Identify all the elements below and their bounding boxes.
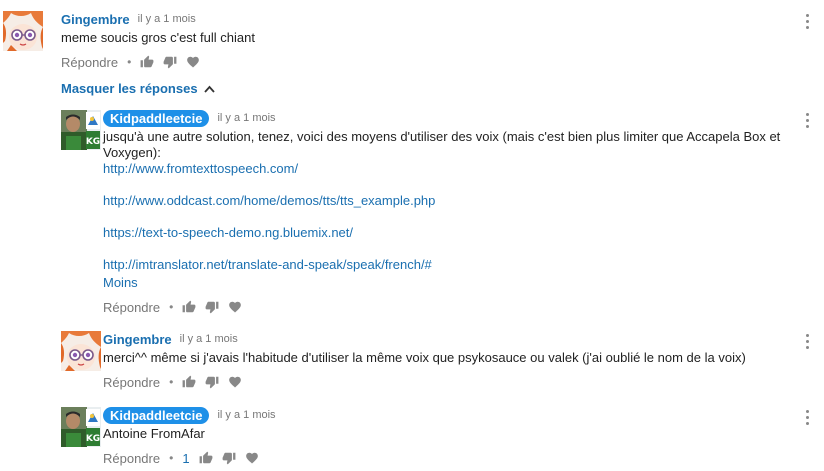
reply-button[interactable]: Répondre [103,300,160,315]
timestamp[interactable]: il y a 1 mois [217,409,275,421]
comment-actions: Répondre • [61,54,784,70]
comment-text: Antoine FromAfar [103,426,205,441]
comment-link[interactable]: http://www.oddcast.com/home/demos/tts/tt… [103,193,784,209]
thumbs-up-icon[interactable] [182,300,196,314]
heart-icon[interactable] [245,451,259,465]
comment-link[interactable]: http://www.fromtexttospeech.com/ [103,161,784,177]
timestamp[interactable]: il y a 1 mois [180,333,238,345]
separator-dot: • [169,375,174,389]
separator-dot: • [169,300,174,314]
comment-link[interactable]: https://text-to-speech-demo.ng.bluemix.n… [103,225,784,241]
avatar[interactable] [61,407,101,447]
comment-text: merci^^ même si j'avais l'habitude d'uti… [103,350,746,365]
comment-header: Gingembre il y a 1 mois [61,11,784,27]
show-less-link[interactable]: Moins [103,275,784,291]
thumbs-down-icon[interactable] [205,300,219,314]
reply-button[interactable]: Répondre [61,55,118,70]
like-count: 1 [182,450,190,466]
thumbs-down-icon[interactable] [222,451,236,465]
comment-actions: Répondre • 1 [103,450,784,466]
comment-header: Kidpaddleetcie il y a 1 mois [103,109,784,127]
separator-dot: • [127,55,132,69]
comment-body: Gingembre il y a 1 mois merci^^ même si … [103,331,784,390]
comment-body: Kidpaddleetcie il y a 1 mois jusqu'à une… [103,109,784,315]
more-vert-icon[interactable] [806,334,810,350]
comment-header: Kidpaddleetcie il y a 1 mois [103,406,784,424]
hide-replies-label: Masquer les réponses [61,81,198,96]
avatar[interactable] [61,331,101,371]
more-vert-icon[interactable] [806,113,810,129]
thumbs-up-icon[interactable] [182,375,196,389]
more-vert-icon[interactable] [806,410,810,426]
avatar[interactable] [61,110,101,150]
comment-link[interactable]: http://imtranslator.net/translate-and-sp… [103,257,784,273]
author-name[interactable]: Gingembre [61,12,130,27]
chevron-up-icon [203,81,215,96]
reply-button[interactable]: Répondre [103,451,160,466]
thumbs-up-icon[interactable] [199,451,213,465]
timestamp[interactable]: il y a 1 mois [138,13,196,25]
avatar[interactable] [3,11,43,51]
comment-actions: Répondre • [103,299,784,315]
thumbs-up-icon[interactable] [140,55,154,69]
comment-actions: Répondre • [103,374,784,390]
heart-icon[interactable] [186,55,200,69]
thumbs-down-icon[interactable] [205,375,219,389]
comment-text: jusqu'à une autre solution, tenez, voici… [103,129,781,160]
comment-body: Gingembre il y a 1 mois meme soucis gros… [61,11,784,70]
hide-replies-toggle[interactable]: Masquer les réponses [61,81,215,96]
author-name[interactable]: Kidpaddleetcie [103,406,210,424]
heart-icon[interactable] [228,300,242,314]
separator-dot: • [169,451,174,465]
more-vert-icon[interactable] [806,14,810,30]
author-name[interactable]: Gingembre [103,332,172,347]
comment-header: Gingembre il y a 1 mois [103,331,784,347]
author-name[interactable]: Kidpaddleetcie [103,109,210,127]
comment-body: Kidpaddleetcie il y a 1 mois Antoine Fro… [103,406,784,466]
heart-icon[interactable] [228,375,242,389]
reply-button[interactable]: Répondre [103,375,160,390]
thumbs-down-icon[interactable] [163,55,177,69]
timestamp[interactable]: il y a 1 mois [217,112,275,124]
comment-text: meme soucis gros c'est full chiant [61,30,255,45]
